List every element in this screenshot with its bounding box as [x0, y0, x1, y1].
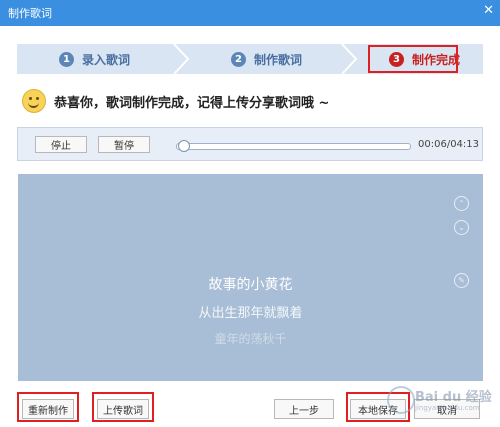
title-bar: 制作歌词 ✕	[0, 0, 500, 26]
success-message-text: 恭喜你，歌词制作完成，记得上传分享歌词哦 ~	[54, 95, 330, 111]
window-title: 制作歌词	[8, 7, 52, 20]
lyric-line-upcoming: 童年的荡秋千	[214, 332, 287, 346]
step-2-number: 2	[230, 51, 246, 67]
stop-button[interactable]: 停止	[35, 136, 87, 153]
scroll-up-icon[interactable]: ⌃	[454, 196, 469, 211]
lyrics-panel: ⌃ ⌄ ✎ 故事的小黄花 从出生那年就飘着 童年的荡秋千	[18, 174, 483, 381]
upload-highlight-box	[92, 392, 154, 422]
scroll-down-icon[interactable]: ⌄	[454, 220, 469, 235]
paw-icon	[387, 386, 415, 414]
step-separator-icon	[341, 44, 358, 74]
success-message: 恭喜你，歌词制作完成，记得上传分享歌词哦 ~	[22, 89, 329, 113]
playback-time: 00:06/04:13	[418, 139, 480, 150]
step-2-label: 制作歌词	[253, 52, 302, 67]
prev-step-button[interactable]: 上一步	[274, 399, 334, 419]
pause-button[interactable]: 暂停	[98, 136, 150, 153]
step-1-number: 1	[58, 51, 74, 67]
progress-slider-thumb[interactable]	[177, 140, 190, 152]
remake-highlight-box	[17, 392, 79, 422]
step-2: 2 制作歌词	[189, 44, 344, 74]
step-1: 1 录入歌词	[17, 44, 172, 74]
audio-player: 停止 暂停 00:06/04:13	[17, 127, 483, 161]
progress-slider[interactable]	[176, 140, 411, 152]
watermark-subtext: jingyan.baidu.com	[415, 404, 480, 412]
close-icon[interactable]: ✕	[483, 3, 494, 18]
lyric-line-current: 故事的小黄花	[208, 277, 293, 293]
step-1-label: 录入歌词	[81, 52, 130, 67]
watermark-logo: Bai du 经验 jingyan.baidu.com	[387, 380, 497, 420]
lyric-line-next: 从出生那年就飘着	[198, 306, 303, 321]
step-3-highlight-box	[368, 45, 458, 73]
watermark-text: Bai du 经验	[415, 390, 492, 405]
smiley-icon	[22, 89, 46, 113]
